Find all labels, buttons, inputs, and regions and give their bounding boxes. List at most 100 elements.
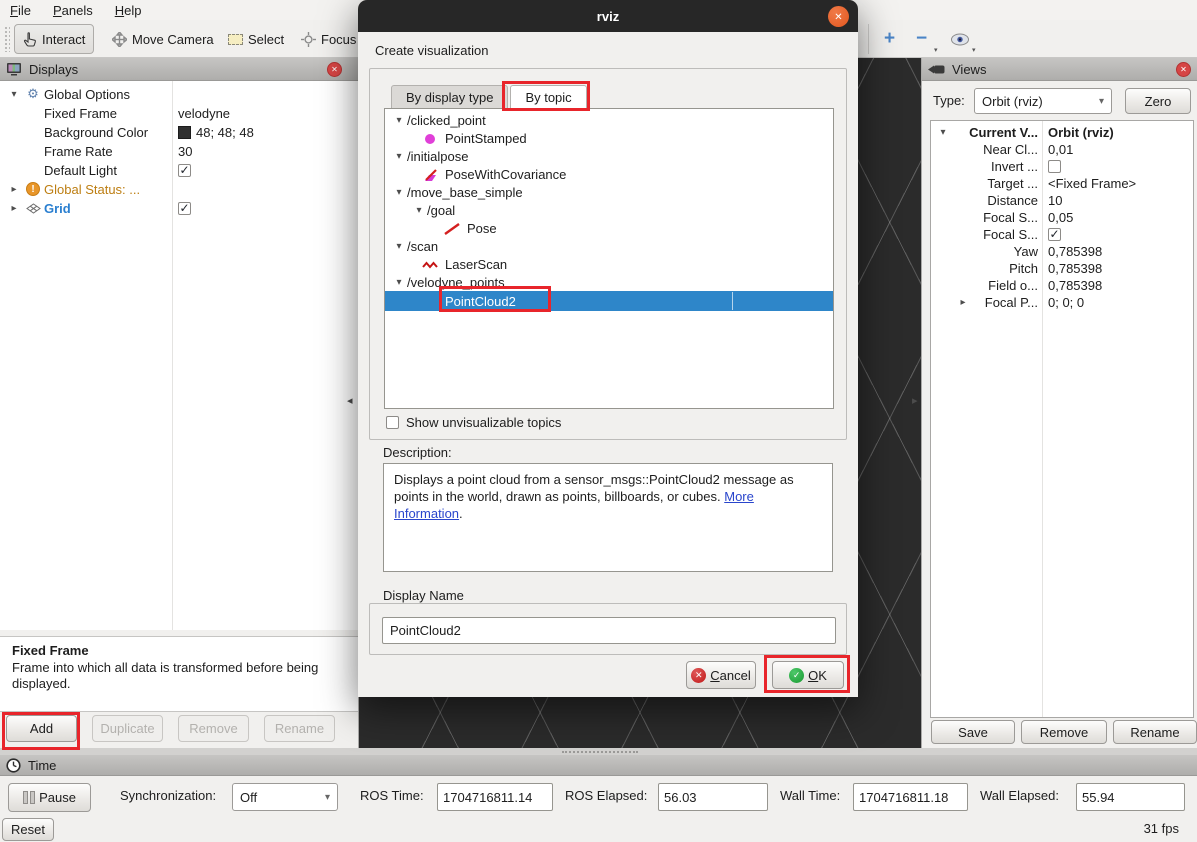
cancel-button[interactable]: ✕ Cancel [686, 661, 756, 689]
select-tool-button[interactable]: Select [220, 24, 292, 54]
dialog-close-icon[interactable] [828, 6, 849, 27]
grid-enabled-checkbox[interactable] [178, 202, 191, 215]
views-row-focal-point[interactable]: Focal P... 0; 0; 0 [931, 294, 1193, 311]
wall-elapsed-field[interactable]: 55.94 [1076, 783, 1185, 811]
invert-z-checkbox[interactable] [1048, 160, 1061, 173]
duplicate-display-button[interactable]: Duplicate [92, 715, 163, 742]
add-tool-button[interactable]: + [876, 24, 903, 54]
reset-button[interactable]: Reset [2, 818, 54, 841]
expander-open-icon[interactable] [393, 187, 405, 198]
synchronization-dropdown[interactable]: Off [232, 783, 338, 811]
displays-column-divider[interactable] [172, 81, 173, 630]
toolbar-drag-handle[interactable] [4, 26, 10, 52]
expander-open-icon[interactable] [393, 115, 405, 126]
ros-time-field[interactable]: 1704716811.14 [437, 783, 553, 811]
rename-display-button[interactable]: Rename [264, 715, 335, 742]
expander-open-icon[interactable] [413, 205, 425, 216]
displays-panel-titlebar[interactable]: Displays [0, 58, 358, 81]
views-row-invert-z[interactable]: Invert ... [931, 158, 1193, 175]
expander-open-icon[interactable] [8, 89, 20, 100]
dropdown-arrow-icon[interactable]: ▾ [972, 46, 976, 54]
displays-row-background-color[interactable]: Background Color 48; 48; 48 [0, 122, 358, 141]
color-swatch[interactable] [178, 126, 191, 139]
time-panel-titlebar[interactable]: Time [0, 755, 1197, 776]
views-row-yaw[interactable]: Yaw 0,785398 [931, 243, 1193, 260]
dropdown-arrow-icon[interactable]: ▾ [934, 46, 938, 54]
background-color-value[interactable]: 48; 48; 48 [196, 125, 254, 140]
displays-row-global-status[interactable]: Global Status: ... [0, 179, 358, 198]
display-name-label: Display Name [383, 588, 464, 603]
zero-button[interactable]: Zero [1125, 88, 1191, 114]
ok-button[interactable]: ✓ OK [772, 661, 844, 689]
rename-view-button[interactable]: Rename [1113, 720, 1197, 744]
views-tree: Current V... Orbit (rviz) Near Cl... 0,0… [930, 120, 1194, 718]
topic-row-move-base-simple[interactable]: /move_base_simple [385, 183, 833, 201]
display-name-input[interactable]: PointCloud2 [382, 617, 836, 644]
menu-help[interactable]: Help [115, 3, 142, 18]
expander-open-icon[interactable] [393, 151, 405, 162]
expander-closed-icon[interactable] [8, 203, 20, 214]
horizontal-splitter[interactable] [0, 748, 1197, 755]
displays-panel-close-icon[interactable] [327, 62, 342, 77]
topic-row-goal[interactable]: /goal [385, 201, 833, 219]
add-display-button[interactable]: Add [6, 715, 77, 742]
ros-elapsed-label: ROS Elapsed: [565, 788, 647, 803]
remove-display-button[interactable]: Remove [178, 715, 249, 742]
topic-row-pointstamped[interactable]: PointStamped [385, 129, 833, 147]
views-row-current-view[interactable]: Current V... Orbit (rviz) [931, 124, 1193, 141]
views-row-near-clip[interactable]: Near Cl... 0,01 [931, 141, 1193, 158]
displays-row-default-light[interactable]: Default Light [0, 160, 358, 179]
views-row-focal-shape-fixed[interactable]: Focal S... [931, 226, 1193, 243]
topic-row-pointcloud2-selected[interactable]: PointCloud2 [385, 291, 833, 311]
views-row-target-frame[interactable]: Target ... <Fixed Frame> [931, 175, 1193, 192]
views-row-focal-shape-size[interactable]: Focal S... 0,05 [931, 209, 1193, 226]
collapse-left-panel-handle[interactable]: ◂ [347, 394, 353, 407]
collapse-right-panel-handle[interactable]: ▸ [912, 394, 918, 407]
tab-by-topic[interactable]: By topic [510, 85, 586, 109]
views-panel-titlebar[interactable]: Views [922, 58, 1197, 81]
move-camera-tool-button[interactable]: Move Camera [104, 24, 222, 54]
expander-closed-icon[interactable] [8, 184, 20, 195]
views-row-pitch[interactable]: Pitch 0,785398 [931, 260, 1193, 277]
views-panel-close-icon[interactable] [1176, 62, 1191, 77]
default-light-checkbox[interactable] [178, 164, 191, 177]
view-type-dropdown[interactable]: Orbit (rviz) [974, 88, 1112, 114]
focal-shape-checkbox[interactable] [1048, 228, 1061, 241]
displays-row-global-options[interactable]: ⚙ Global Options [0, 84, 358, 103]
expander-open-icon[interactable] [393, 277, 405, 288]
cancel-x-icon: ✕ [691, 668, 706, 683]
displays-row-fixed-frame[interactable]: Fixed Frame velodyne [0, 103, 358, 122]
wall-time-field[interactable]: 1704716811.18 [853, 783, 968, 811]
dialog-titlebar[interactable]: rviz [358, 0, 858, 32]
pause-button[interactable]: Pause [8, 783, 91, 812]
show-unvisualizable-checkbox[interactable] [386, 416, 399, 429]
views-row-distance[interactable]: Distance 10 [931, 192, 1193, 209]
select-tool-label: Select [248, 32, 284, 47]
fixed-frame-value[interactable]: velodyne [178, 106, 230, 121]
views-row-field-of-view[interactable]: Field o... 0,785398 [931, 277, 1193, 294]
expander-open-icon[interactable] [393, 241, 405, 252]
remove-tool-button[interactable]: − ▾ [908, 24, 935, 54]
remove-view-button[interactable]: Remove [1021, 720, 1107, 744]
show-unvisualizable-row[interactable]: Show unvisualizable topics [386, 415, 561, 430]
visibility-tool-button[interactable]: ▾ [942, 24, 978, 54]
topic-row-pose[interactable]: Pose [385, 219, 833, 237]
topic-row-laserscan[interactable]: LaserScan [385, 255, 833, 273]
frame-rate-value[interactable]: 30 [178, 144, 192, 159]
topic-row-posewithcovariance[interactable]: PoseWithCovariance [385, 165, 833, 183]
interact-tool-button[interactable]: Interact [14, 24, 94, 54]
topic-row-initialpose[interactable]: /initialpose [385, 147, 833, 165]
show-unvisualizable-label: Show unvisualizable topics [406, 415, 561, 430]
topic-row-scan[interactable]: /scan [385, 237, 833, 255]
topic-row-velodyne-points[interactable]: /velodyne_points [385, 273, 833, 291]
menu-panels[interactable]: Panels [53, 3, 93, 18]
save-view-button[interactable]: Save [931, 720, 1015, 744]
ros-elapsed-field[interactable]: 56.03 [658, 783, 768, 811]
displays-row-frame-rate[interactable]: Frame Rate 30 [0, 141, 358, 160]
topic-row-clicked-point[interactable]: /clicked_point [385, 111, 833, 129]
pose-arrow-icon [443, 222, 461, 235]
displays-row-grid[interactable]: Grid [0, 198, 358, 217]
clock-icon [6, 758, 21, 773]
menu-file[interactable]: File [10, 3, 31, 18]
tab-by-display-type[interactable]: By display type [391, 85, 508, 109]
